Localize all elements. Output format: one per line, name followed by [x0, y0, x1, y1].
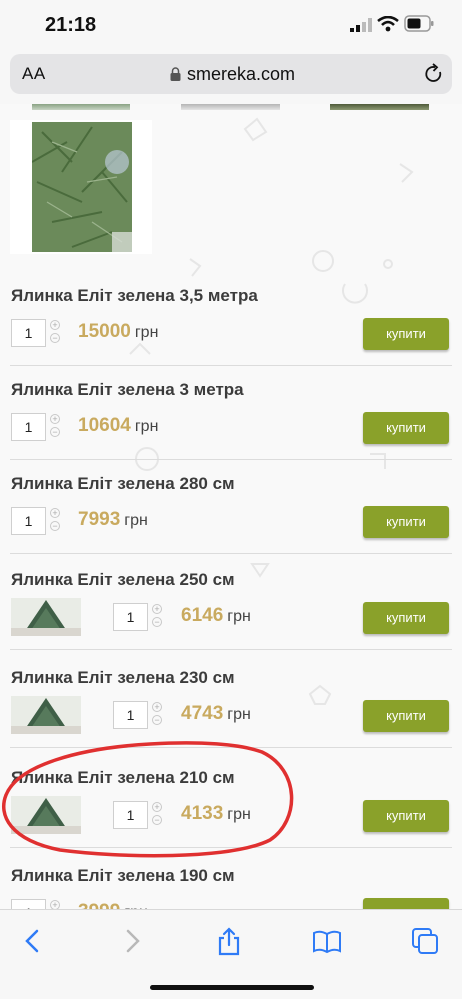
buy-button[interactable]: купити — [363, 800, 449, 832]
product-divider — [10, 365, 452, 366]
buy-button[interactable]: купити — [363, 506, 449, 538]
quantity-input[interactable]: 1 — [11, 413, 46, 441]
tabs-icon[interactable] — [410, 926, 440, 956]
quantity-stepper[interactable]: +− — [50, 900, 62, 909]
plus-icon[interactable]: + — [50, 508, 60, 518]
product-price: 3999грн — [78, 901, 148, 909]
plus-icon[interactable]: + — [152, 802, 162, 812]
product-divider — [10, 553, 452, 554]
minus-icon[interactable]: − — [50, 333, 60, 343]
product-price: 6146 грн — [181, 605, 251, 627]
price-value: 3999 — [78, 901, 120, 909]
product-divider — [10, 459, 452, 460]
price-currency: грн — [134, 324, 159, 341]
quantity-stepper[interactable]: +− — [50, 508, 62, 534]
quantity-input[interactable]: 1 — [11, 507, 46, 535]
plus-icon[interactable]: + — [152, 702, 162, 712]
quantity-input[interactable]: 1 — [11, 319, 46, 347]
product-title[interactable]: Ялинка Еліт зелена 280 см — [11, 474, 235, 494]
price-value: 15000 — [78, 321, 131, 342]
quantity-input[interactable]: 1 — [11, 899, 46, 909]
gallery-thumbnail[interactable] — [32, 104, 130, 110]
address-bar[interactable]: AA smereka.com — [10, 54, 452, 94]
quantity-stepper[interactable]: +− — [152, 702, 164, 728]
product-price: 4743 грн — [181, 703, 251, 725]
gallery-thumbnail[interactable] — [330, 104, 429, 110]
reload-icon[interactable] — [424, 63, 444, 85]
back-icon[interactable] — [18, 926, 48, 956]
fir-tree-photo — [32, 122, 132, 252]
product-title[interactable]: Ялинка Еліт зелена 210 см — [11, 768, 235, 788]
minus-icon[interactable]: − — [152, 815, 162, 825]
bookmarks-icon[interactable] — [312, 926, 342, 956]
buy-button[interactable]: купити — [363, 602, 449, 634]
plus-icon[interactable]: + — [50, 414, 60, 424]
minus-icon[interactable]: − — [50, 427, 60, 437]
price-value: 4743 — [181, 703, 224, 724]
price-value: 4133 — [181, 803, 224, 824]
cellular-signal-icon — [350, 18, 372, 32]
price-currency: грн — [227, 608, 251, 625]
product-price: 15000 грн — [78, 321, 158, 343]
product-title[interactable]: Ялинка Еліт зелена 190 см — [11, 866, 235, 886]
product-divider — [10, 747, 452, 748]
product-thumbnail[interactable] — [11, 696, 81, 734]
product-price: 4133 грн — [181, 803, 251, 825]
quantity-stepper[interactable]: +− — [50, 414, 62, 440]
product-divider — [10, 847, 452, 848]
plus-icon[interactable]: + — [50, 900, 60, 909]
quantity-stepper[interactable]: +− — [152, 604, 164, 630]
minus-icon[interactable]: − — [50, 521, 60, 531]
buy-button[interactable]: купити — [363, 700, 449, 732]
minus-icon[interactable]: − — [152, 715, 162, 725]
gallery-thumbnail[interactable] — [181, 104, 280, 110]
price-value: 7993 — [78, 509, 121, 530]
share-icon[interactable] — [214, 926, 244, 956]
quantity-stepper[interactable]: +− — [50, 320, 62, 346]
plus-icon[interactable]: + — [152, 604, 162, 614]
home-indicator — [150, 985, 314, 990]
product-price: 10604 грн — [78, 415, 158, 437]
status-time: 21:18 — [45, 14, 97, 36]
price-value: 6146 — [181, 605, 224, 626]
product-thumbnail[interactable] — [11, 598, 81, 636]
product-main-image[interactable] — [10, 120, 152, 254]
quantity-input[interactable]: 1 — [113, 801, 148, 829]
price-currency: грн — [227, 806, 251, 823]
buy-button[interactable]: купити — [363, 318, 449, 350]
buy-button[interactable]: купити — [363, 898, 449, 909]
product-title[interactable]: Ялинка Еліт зелена 230 см — [11, 668, 235, 688]
battery-icon — [404, 15, 434, 32]
quantity-input[interactable]: 1 — [113, 701, 148, 729]
page-content[interactable]: Ялинка Еліт зелена 3,5 метра 1 + −15000 грн к… — [0, 104, 462, 909]
product-title[interactable]: Ялинка Еліт зелена 3 метра — [11, 380, 244, 400]
quantity-input[interactable]: 1 — [113, 603, 148, 631]
wifi-icon — [377, 16, 399, 32]
forward-icon[interactable] — [117, 926, 147, 956]
product-title[interactable]: Ялинка Еліт зелена 250 см — [11, 570, 235, 590]
product-thumbnail[interactable] — [11, 796, 81, 834]
price-currency: грн — [124, 512, 148, 529]
product-title[interactable]: Ялинка Еліт зелена 3,5 метра — [11, 286, 258, 306]
price-currency: грн — [134, 418, 159, 435]
buy-button[interactable]: купити — [363, 412, 449, 444]
minus-icon[interactable]: − — [152, 617, 162, 627]
status-bar: 21:18 — [0, 0, 462, 50]
quantity-stepper[interactable]: +− — [152, 802, 164, 828]
product-divider — [10, 649, 452, 650]
product-price: 7993 грн — [78, 509, 148, 531]
url-text[interactable]: smereka.com — [10, 64, 452, 85]
plus-icon[interactable]: + — [50, 320, 60, 330]
price-value: 10604 — [78, 415, 131, 436]
price-currency: грн — [227, 706, 251, 723]
